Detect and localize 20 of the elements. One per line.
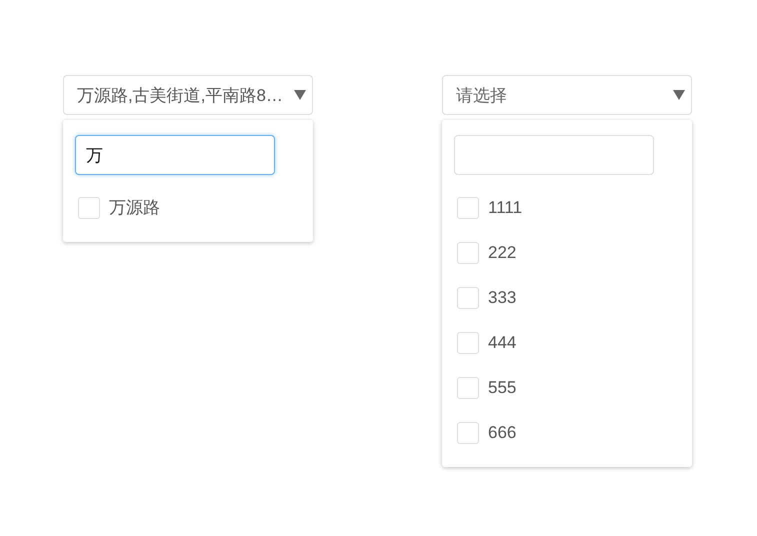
option-label[interactable]: 555 [488,378,516,398]
option-label[interactable]: 1111 [488,198,522,218]
checkbox[interactable] [457,286,479,308]
checkbox[interactable] [457,422,479,444]
caret-icon [294,90,306,100]
checkbox[interactable] [457,332,479,354]
select-box[interactable]: 万源路,古美街道,平南路8… [63,75,313,115]
search-field[interactable] [454,135,654,175]
checkbox[interactable] [457,196,479,218]
option-label[interactable]: 万源路 [109,196,160,219]
checkbox[interactable] [78,196,100,218]
option-label[interactable]: 222 [488,242,516,262]
search-field[interactable]: 万 [75,135,275,175]
option-label[interactable]: 333 [488,288,516,308]
option-label[interactable]: 444 [488,332,516,352]
checkbox[interactable] [457,376,479,398]
caret-icon [673,90,685,100]
checkbox[interactable] [457,242,479,264]
option-label[interactable]: 666 [488,422,516,442]
select-box[interactable]: 请选择 [442,75,692,115]
